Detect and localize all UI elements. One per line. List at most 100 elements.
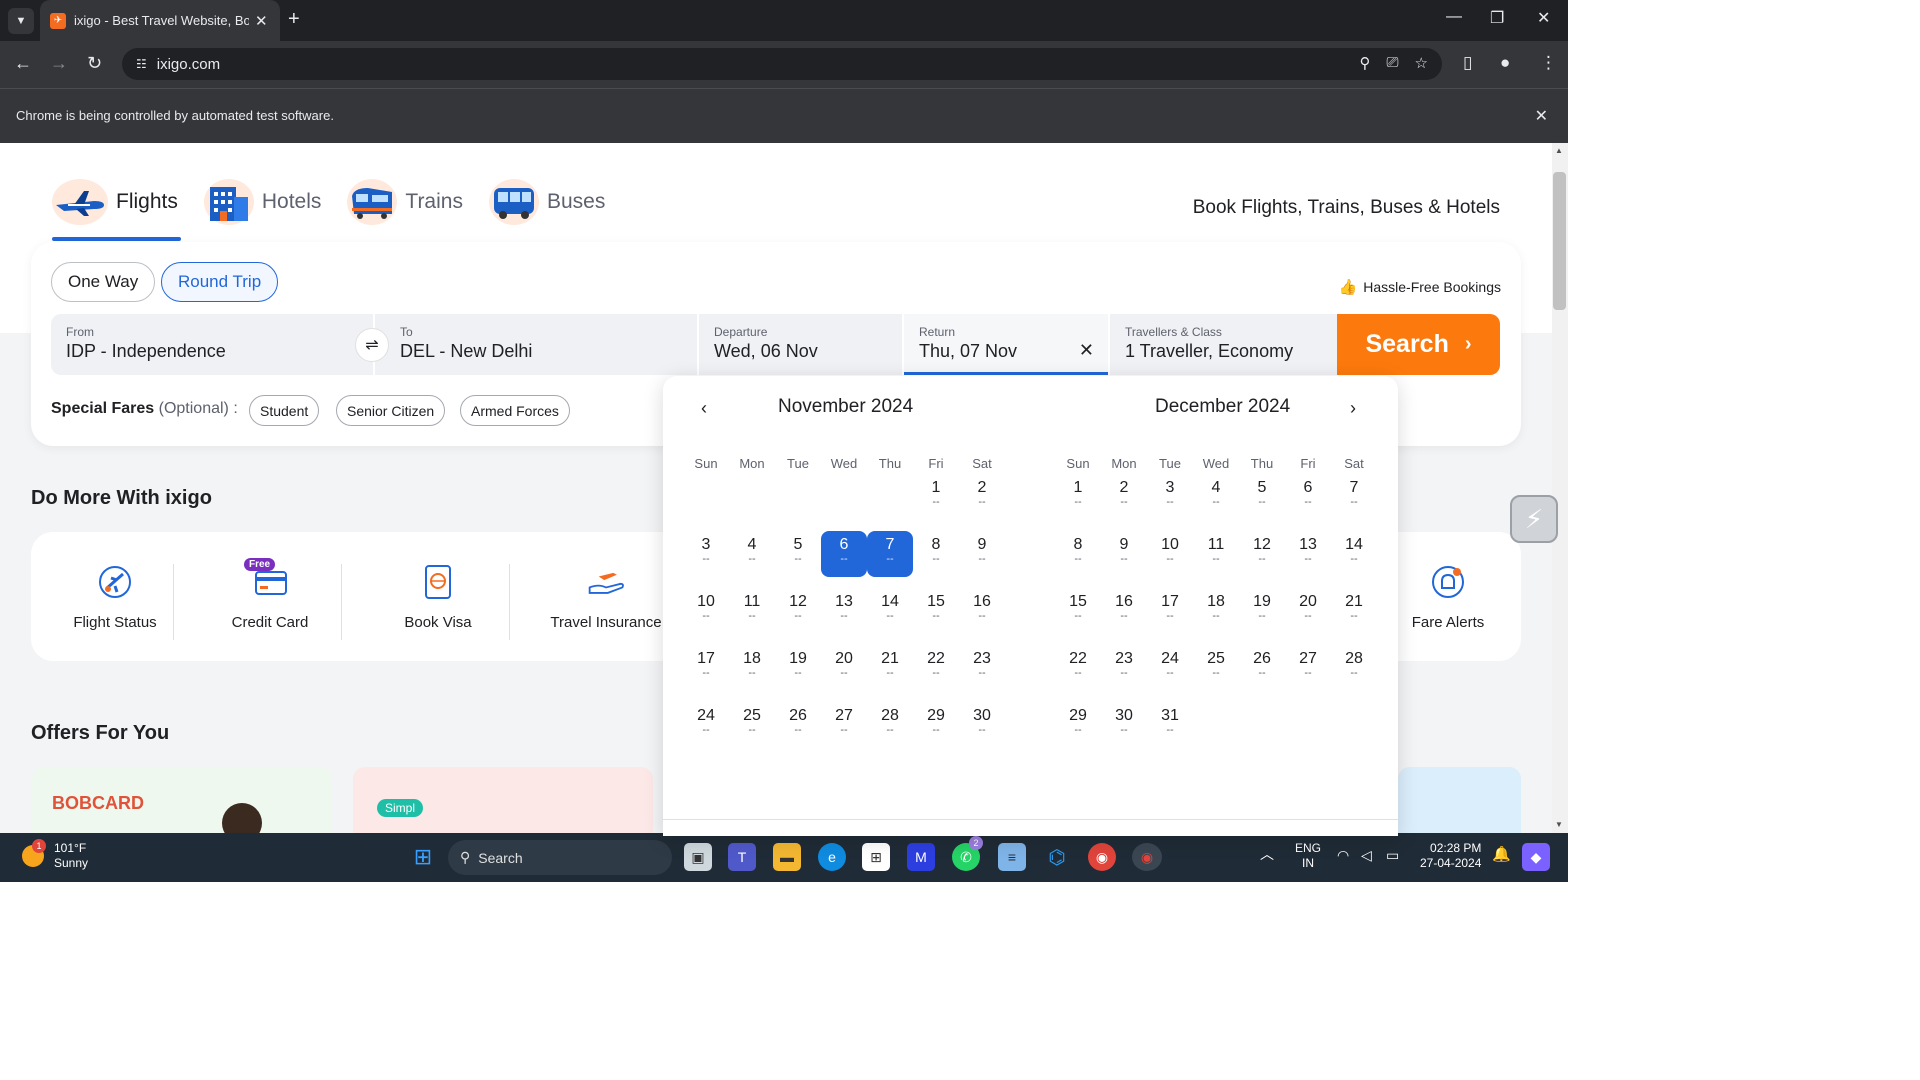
offer-card-bobcard[interactable]: BOBCARD (32, 767, 332, 833)
copilot-icon[interactable]: ◆ (1522, 843, 1550, 871)
edge-icon[interactable]: e (818, 843, 846, 871)
calendar-day[interactable]: 17 -- (683, 645, 729, 691)
calendar-day[interactable]: 2 -- (959, 474, 1005, 520)
calendar-day[interactable]: 16 -- (1101, 588, 1147, 634)
volume-icon[interactable]: ◁ (1361, 848, 1372, 863)
clear-return-icon[interactable]: ✕ (1079, 340, 1094, 361)
departure-field[interactable]: Departure Wed, 06 Nov (699, 314, 902, 375)
restore-icon[interactable]: ❐ (1490, 8, 1504, 28)
reload-icon[interactable]: ↻ (87, 53, 102, 74)
tab-hotels[interactable]: Hotels (203, 179, 321, 235)
calendar-day[interactable]: 2 -- (1101, 474, 1147, 520)
calendar-day[interactable]: 19 -- (775, 645, 821, 691)
to-field[interactable]: To DEL - New Delhi (375, 314, 697, 375)
calendar-day[interactable]: 9 -- (959, 531, 1005, 577)
notification-bell-icon[interactable]: 🔔 (1492, 847, 1511, 862)
swap-icon[interactable]: ⇌ (355, 328, 389, 362)
calendar-day[interactable]: 26 -- (1239, 645, 1285, 691)
calendar-day[interactable]: 28 -- (867, 702, 913, 748)
calendar-day[interactable]: 21 -- (867, 645, 913, 691)
one-way-button[interactable]: One Way (51, 262, 156, 302)
calendar-day[interactable]: 1 -- (913, 474, 959, 520)
calendar-day[interactable]: 10 -- (1147, 531, 1193, 577)
calendar-day[interactable]: 8 -- (1055, 531, 1101, 577)
calendar-day[interactable]: 18 -- (1193, 588, 1239, 634)
calendar-day[interactable]: 10 -- (683, 588, 729, 634)
teams-icon[interactable]: T (728, 843, 756, 871)
profile-icon[interactable]: ● (1500, 53, 1510, 73)
offer-card-simpl[interactable]: Simpl (353, 767, 653, 833)
calendar-day[interactable]: 30 -- (1101, 702, 1147, 748)
calendar-day[interactable]: 17 -- (1147, 588, 1193, 634)
calendar-day[interactable]: 9 -- (1101, 531, 1147, 577)
senior-citizen-fare-button[interactable]: Senior Citizen (336, 395, 446, 426)
calendar-day[interactable]: 7 -- (867, 531, 913, 577)
taskbar-search[interactable]: ⚲ Search (448, 840, 672, 875)
calendar-day[interactable]: 30 -- (959, 702, 1005, 748)
scroll-up-icon[interactable]: ▲ (1555, 146, 1563, 155)
site-info-icon[interactable]: ☷ (136, 57, 147, 71)
weather-widget[interactable]: 1 101°F Sunny (22, 839, 88, 871)
calendar-day[interactable]: 19 -- (1239, 588, 1285, 634)
file-explorer-icon[interactable]: ▬ (773, 843, 801, 871)
url-text[interactable]: ixigo.com (157, 56, 220, 73)
calendar-day[interactable]: 25 -- (729, 702, 775, 748)
return-field[interactable]: Return Thu, 07 Nov ✕ (904, 314, 1108, 375)
calendar-day[interactable]: 12 -- (775, 588, 821, 634)
from-field[interactable]: From IDP - Independence (51, 314, 373, 375)
calendar-day[interactable]: 12 -- (1239, 531, 1285, 577)
round-trip-button[interactable]: Round Trip (161, 262, 279, 302)
location-icon[interactable]: ⚲ (1360, 54, 1371, 72)
app-icon[interactable]: M (907, 843, 935, 871)
tab-buses[interactable]: Buses (488, 179, 605, 235)
forward-icon[interactable]: → (50, 53, 68, 74)
chrome-alt-icon[interactable]: ◉ (1088, 843, 1116, 871)
notepad-icon[interactable]: ≡ (998, 843, 1026, 871)
floating-action-icon[interactable]: ⚡ (1510, 495, 1558, 543)
calendar-day[interactable]: 11 -- (1193, 531, 1239, 577)
side-panel-icon[interactable]: ▯ (1463, 53, 1472, 73)
scrollbar-thumb[interactable] (1553, 172, 1566, 310)
calendar-day[interactable]: 29 -- (1055, 702, 1101, 748)
calendar-day[interactable]: 4 -- (729, 531, 775, 577)
tray-chevron-icon[interactable]: ︿ (1260, 847, 1274, 862)
back-icon[interactable]: ← (14, 53, 32, 74)
calendar-day[interactable]: 21 -- (1331, 588, 1377, 634)
calendar-day[interactable]: 11 -- (729, 588, 775, 634)
chrome-icon[interactable]: ◉ (1132, 843, 1162, 871)
scroll-down-icon[interactable]: ▼ (1555, 820, 1563, 829)
language-indicator[interactable]: ENG IN (1295, 841, 1321, 871)
calendar-day[interactable]: 22 -- (913, 645, 959, 691)
calendar-day[interactable]: 15 -- (1055, 588, 1101, 634)
travellers-field[interactable]: Travellers & Class 1 Traveller, Economy (1110, 314, 1337, 375)
window-close-icon[interactable]: ✕ (1537, 8, 1550, 28)
calendar-day[interactable]: 7 -- (1331, 474, 1377, 520)
calendar-day[interactable]: 3 -- (683, 531, 729, 577)
armed-forces-fare-button[interactable]: Armed Forces (460, 395, 570, 426)
calendar-day[interactable]: 14 -- (1331, 531, 1377, 577)
calendar-day[interactable]: 5 -- (775, 531, 821, 577)
calendar-day[interactable]: 16 -- (959, 588, 1005, 634)
calendar-day[interactable]: 3 -- (1147, 474, 1193, 520)
calendar-day[interactable]: 25 -- (1193, 645, 1239, 691)
windows-start-icon[interactable]: ⊞ (409, 843, 437, 871)
tab-flights[interactable]: Flights (52, 179, 178, 235)
clock[interactable]: 02:28 PM 27-04-2024 (1420, 841, 1481, 871)
credit-card-item[interactable]: Free Credit Card (186, 532, 354, 661)
calendar-day[interactable]: 6 -- (821, 531, 867, 577)
calendar-day[interactable]: 14 -- (867, 588, 913, 634)
tab-search-button[interactable]: ▼ (8, 8, 34, 34)
calendar-day[interactable]: 15 -- (913, 588, 959, 634)
prev-month-icon[interactable]: ‹ (701, 398, 707, 419)
address-bar[interactable]: ☷ ixigo.com ⚲ ⎚ ☆ (122, 48, 1442, 80)
task-view-icon[interactable]: ▣ (684, 843, 712, 871)
calendar-day[interactable]: 29 -- (913, 702, 959, 748)
calendar-day[interactable]: 13 -- (1285, 531, 1331, 577)
whatsapp-icon[interactable]: ✆ 2 (952, 836, 983, 871)
calendar-day[interactable]: 18 -- (729, 645, 775, 691)
calendar-day[interactable]: 20 -- (1285, 588, 1331, 634)
calendar-day[interactable]: 20 -- (821, 645, 867, 691)
student-fare-button[interactable]: Student (249, 395, 320, 426)
calendar-day[interactable]: 24 -- (683, 702, 729, 748)
minimize-icon[interactable]: — (1446, 8, 1462, 26)
